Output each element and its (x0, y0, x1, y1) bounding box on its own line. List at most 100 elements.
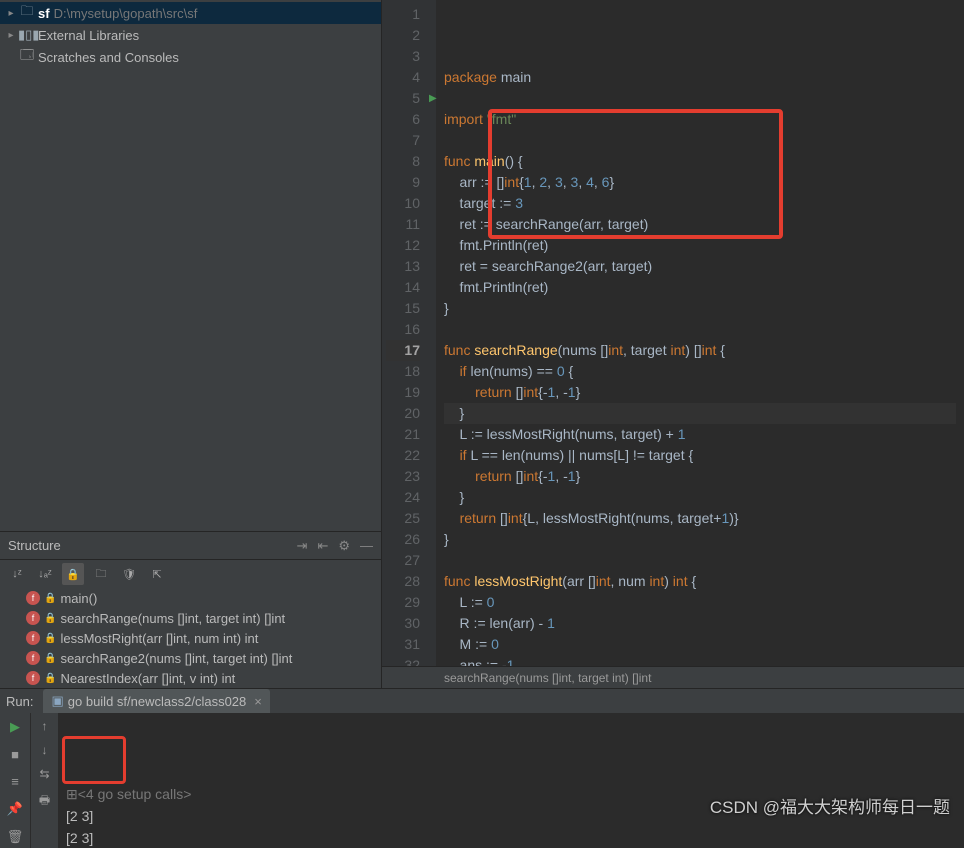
structure-item[interactable]: f🔒searchRange(nums []int, target int) []… (0, 608, 381, 628)
code-line[interactable]: if L == len(nums) || nums[L] != target { (444, 445, 956, 466)
left-panel: ▸ 🗀 sf D:\mysetup\gopath\src\sf ▸ ▮▯▮ Ex… (0, 0, 382, 688)
sort-z-icon[interactable]: ↓ᶻ (6, 563, 28, 585)
sort-a-icon[interactable]: ↓ₐᶻ (34, 563, 56, 585)
folder-icon[interactable]: 🗀 (90, 563, 112, 585)
close-icon[interactable]: × (254, 694, 262, 709)
console-line: ⊞<4 go setup calls> (66, 783, 956, 805)
library-icon: ▮▯▮ (18, 27, 36, 43)
up-icon[interactable]: ↑ (42, 719, 48, 733)
breadcrumb[interactable]: searchRange(nums []int, target int) []in… (382, 666, 964, 688)
structure-item[interactable]: f🔒NearestIndex(arr []int, v int) int (0, 668, 381, 688)
gutter[interactable]: 12345▶6789101112131415161718192021222324… (382, 0, 436, 666)
structure-item-label: main() (60, 591, 97, 606)
structure-header: Structure ⇥ ⇤ ⚙ — (0, 532, 381, 560)
code-line[interactable]: } (444, 487, 956, 508)
chevron-right-icon[interactable]: ▸ (4, 30, 18, 41)
code-line[interactable]: package main (444, 67, 956, 88)
console-output[interactable]: ⊞<4 go setup calls>[2 3][2 3] Process fi… (58, 713, 964, 848)
code-line[interactable]: L := 0 (444, 592, 956, 613)
code-line[interactable] (444, 550, 956, 571)
run-tab[interactable]: ▣ go build sf/newclass2/class028 × (43, 689, 269, 713)
play-icon[interactable]: ▶ (10, 719, 20, 735)
code-line[interactable]: if len(nums) == 0 { (444, 361, 956, 382)
stop-icon[interactable]: ■ (11, 747, 19, 762)
pin-icon[interactable]: 📌 (7, 801, 23, 817)
code-line[interactable]: } (444, 298, 956, 319)
collapse-icon[interactable]: ⇥ (297, 538, 308, 554)
chevron-right-icon[interactable]: ▸ (4, 8, 18, 19)
layout-icon[interactable]: ≡ (11, 774, 19, 789)
lock-icon[interactable]: 🔒 (62, 563, 84, 585)
code-line[interactable]: R := len(arr) - 1 (444, 613, 956, 634)
item-label: Scratches and Consoles (38, 50, 179, 65)
code-line[interactable]: M := 0 (444, 634, 956, 655)
structure-item[interactable]: f🔒searchRange2(nums []int, target int) [… (0, 648, 381, 668)
gear-icon[interactable]: ⚙ (338, 538, 350, 554)
function-icon: f (26, 611, 40, 625)
code-line[interactable]: ans := -1 (444, 655, 956, 666)
external-libraries[interactable]: ▸ ▮▯▮ External Libraries (0, 24, 381, 46)
filter-icon[interactable]: 🛡 (118, 563, 140, 585)
code-line[interactable]: func searchRange(nums []int, target int)… (444, 340, 956, 361)
run-panel: Run: ▣ go build sf/newclass2/class028 × … (0, 688, 964, 848)
code-line[interactable]: func lessMostRight(arr []int, num int) i… (444, 571, 956, 592)
print-icon[interactable]: 🖶 (39, 791, 50, 812)
code-line[interactable]: arr := []int{1, 2, 3, 3, 4, 6} (444, 172, 956, 193)
folder-icon: 🗀 (18, 2, 36, 24)
structure-item-label: searchRange2(nums []int, target int) []i… (60, 651, 292, 666)
code-line[interactable]: ret = searchRange2(arr, target) (444, 256, 956, 277)
run-tab-label: go build sf/newclass2/class028 (68, 694, 247, 709)
code-line[interactable]: target := 3 (444, 193, 956, 214)
function-icon: f (26, 591, 40, 605)
minimize-icon[interactable]: — (360, 538, 373, 553)
code-line[interactable]: return []int{-1, -1} (444, 382, 956, 403)
code-line[interactable]: fmt.Println(ret) (444, 277, 956, 298)
structure-title: Structure (8, 538, 61, 553)
lock-icon: 🔒 (44, 633, 56, 644)
code[interactable]: package main import "fmt" func main() { … (436, 0, 964, 666)
run-gutter2: ↑ ↓ ⇆ 🖶 (30, 713, 58, 848)
structure-panel: Structure ⇥ ⇤ ⚙ — ↓ᶻ ↓ₐᶻ 🔒 🗀 🛡 ⇱ (0, 531, 381, 688)
scratch-icon: 🗔 (18, 46, 36, 68)
code-line[interactable]: import "fmt" (444, 109, 956, 130)
console-line: [2 3] (66, 805, 956, 827)
wrap-icon[interactable]: ⇆ (39, 767, 49, 781)
code-line[interactable] (444, 130, 956, 151)
expand-icon[interactable]: ⇤ (317, 538, 328, 554)
console-line: [2 3] (66, 827, 956, 848)
code-line[interactable]: func main() { (444, 151, 956, 172)
structure-item[interactable]: f 🔒 main() (0, 588, 381, 608)
project-root[interactable]: ▸ 🗀 sf D:\mysetup\gopath\src\sf (0, 2, 381, 24)
editor: 12345▶6789101112131415161718192021222324… (382, 0, 964, 688)
item-label: External Libraries (38, 28, 139, 43)
run-label: Run: (6, 694, 33, 709)
code-line[interactable]: } (444, 529, 956, 550)
run-tabs: Run: ▣ go build sf/newclass2/class028 × (0, 689, 964, 713)
code-area[interactable]: 12345▶6789101112131415161718192021222324… (382, 0, 964, 666)
code-line[interactable]: ret := searchRange(arr, target) (444, 214, 956, 235)
code-line[interactable]: fmt.Println(ret) (444, 235, 956, 256)
lock-icon: 🔒 (44, 593, 56, 604)
code-line[interactable]: L := lessMostRight(nums, target) + 1 (444, 424, 956, 445)
down-icon[interactable]: ↓ (42, 743, 48, 757)
structure-item-label: lessMostRight(arr []int, num int) int (60, 631, 258, 646)
scratches-consoles[interactable]: 🗔 Scratches and Consoles (0, 46, 381, 68)
show-icon[interactable]: ⇱ (146, 563, 168, 585)
run-gutter: ▶ ■ ≡ 📌 🗑 (0, 713, 30, 848)
structure-toolbar: ↓ᶻ ↓ₐᶻ 🔒 🗀 🛡 ⇱ (0, 560, 381, 588)
code-line[interactable]: return []int{L, lessMostRight(nums, targ… (444, 508, 956, 529)
trash-icon[interactable]: 🗑 (7, 829, 24, 845)
folder-name: sf (38, 6, 50, 21)
cube-icon: ▣ (51, 693, 63, 709)
structure-list: f🔒main()f🔒searchRange(nums []int, target… (0, 588, 381, 688)
project-tree: ▸ 🗀 sf D:\mysetup\gopath\src\sf ▸ ▮▯▮ Ex… (0, 0, 381, 531)
structure-item[interactable]: f🔒lessMostRight(arr []int, num int) int (0, 628, 381, 648)
lock-icon: 🔒 (44, 613, 56, 624)
breadcrumb-text: searchRange(nums []int, target int) []in… (444, 671, 651, 685)
code-line[interactable]: } (444, 403, 956, 424)
code-line[interactable] (444, 88, 956, 109)
lock-icon: 🔒 (44, 673, 56, 684)
code-line[interactable] (444, 319, 956, 340)
annotation-box (62, 736, 126, 784)
code-line[interactable]: return []int{-1, -1} (444, 466, 956, 487)
